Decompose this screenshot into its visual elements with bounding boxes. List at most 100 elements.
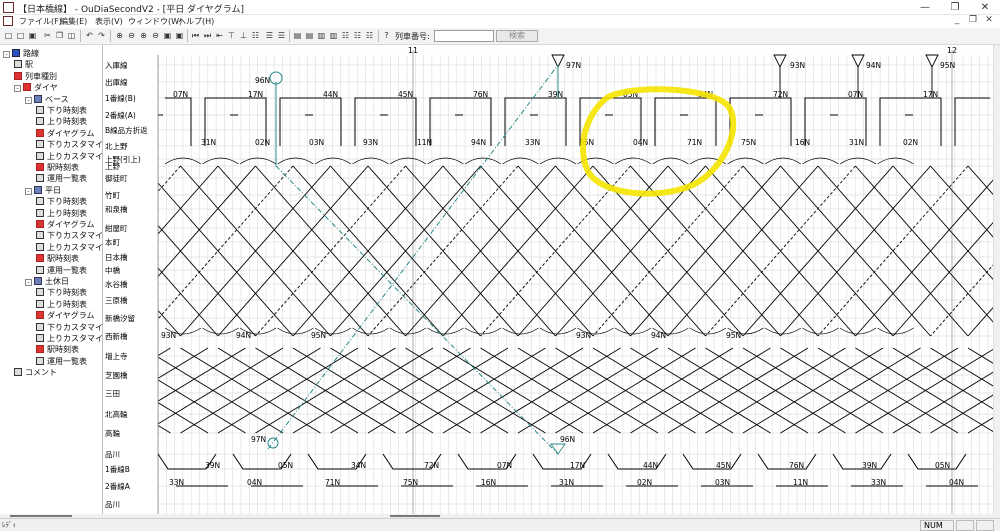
- tree-item[interactable]: 上り時刻表: [36, 116, 87, 127]
- tree-item[interactable]: 列車種別: [14, 71, 57, 82]
- menu-view[interactable]: 表示(V): [95, 16, 123, 27]
- train-number-label: 71N: [687, 138, 702, 147]
- train-number-label: 07N: [497, 461, 512, 470]
- tree-item[interactable]: - 平日: [25, 185, 61, 196]
- open-folder-icon[interactable]: □: [15, 30, 26, 41]
- document-icon[interactable]: [3, 16, 13, 26]
- menu-file[interactable]: ファイル(F): [19, 16, 62, 27]
- line-style-icon[interactable]: ▤: [304, 30, 315, 41]
- close-icon[interactable]: ✕: [970, 0, 1000, 15]
- tree-scroll-thumb[interactable]: [10, 515, 72, 517]
- tree-item[interactable]: 上りカスタマイズ: [36, 151, 102, 162]
- tree-item[interactable]: 下りカスタマイズ: [36, 139, 102, 150]
- search-button[interactable]: 検索: [496, 30, 538, 42]
- tree-item[interactable]: 駅時刻表: [36, 253, 79, 264]
- grid2-icon[interactable]: ☰: [276, 30, 287, 41]
- collapse-icon[interactable]: -: [25, 187, 32, 195]
- tree-item[interactable]: 下り時刻表: [36, 287, 87, 298]
- tree-item[interactable]: 駅時刻表: [36, 344, 79, 355]
- tree-item[interactable]: ダイヤグラム: [36, 128, 95, 139]
- menu-window[interactable]: ウィンドウ(W): [128, 16, 182, 27]
- train-type-icon[interactable]: ▤: [292, 30, 303, 41]
- save-icon[interactable]: ▣: [27, 30, 38, 41]
- comment-icon: [14, 368, 22, 377]
- down-train-icon[interactable]: ▥: [316, 30, 327, 41]
- tree-item-label: 駅: [25, 60, 33, 70]
- tree-item[interactable]: コメント: [14, 367, 57, 378]
- minimize-icon[interactable]: —: [910, 0, 940, 15]
- tree-item-label: 運用一覧表: [47, 174, 87, 184]
- train-number-label: 04N: [633, 138, 648, 147]
- tree-item[interactable]: 上り時刻表: [36, 208, 87, 219]
- tree-item[interactable]: 下りカスタマイズ: [36, 230, 102, 241]
- fit2-icon[interactable]: ▣: [174, 30, 185, 41]
- collapse-icon[interactable]: -: [25, 279, 32, 286]
- paste-icon[interactable]: ◫: [66, 30, 77, 41]
- operation-view-icon[interactable]: ☷: [364, 30, 375, 41]
- vertical-scrollbar[interactable]: [993, 45, 1000, 514]
- help-icon[interactable]: ?: [381, 30, 392, 41]
- timetable-icon: [36, 288, 44, 297]
- grid-icon[interactable]: ☰: [264, 30, 275, 41]
- tree-item-label: 土休日: [45, 277, 69, 286]
- mdi-minimize-icon[interactable]: _: [950, 15, 964, 25]
- tree-item[interactable]: 運用一覧表: [36, 356, 87, 367]
- restore-icon[interactable]: ❐: [940, 0, 970, 15]
- tree-item-label: 上り時刻表: [47, 299, 87, 309]
- menu-edit[interactable]: 編集(E): [60, 16, 87, 27]
- station-label: 入庫線: [105, 60, 128, 70]
- tree-item[interactable]: 運用一覧表: [36, 173, 87, 184]
- first-icon[interactable]: ⏮: [190, 30, 201, 41]
- redo-icon[interactable]: ↷: [96, 30, 107, 41]
- diagram-canvas[interactable]: 1112入庫線出庫線1番線(B)2番線(A)B線品方折返北上野上野(引上)上野御…: [0, 45, 1000, 514]
- tree-item[interactable]: 運用一覧表: [36, 265, 87, 276]
- collapse-icon[interactable]: -: [14, 85, 21, 93]
- menu-help[interactable]: ヘルプ(H): [178, 16, 214, 27]
- diagram-panel[interactable]: 1112入庫線出庫線1番線(B)2番線(A)B線品方折返北上野上野(引上)上野御…: [0, 45, 1000, 514]
- tree-item[interactable]: 下りカスタマイズ: [36, 322, 102, 333]
- tree-item[interactable]: - ベース: [25, 94, 69, 105]
- collapse-icon[interactable]: -: [25, 96, 32, 104]
- align-top-icon[interactable]: ⊤: [226, 30, 237, 41]
- align-bottom-icon[interactable]: ⊥: [238, 30, 249, 41]
- fit-icon[interactable]: ▣: [162, 30, 173, 41]
- mdi-restore-icon[interactable]: ❐: [966, 15, 980, 25]
- collapse-icon[interactable]: -: [3, 51, 10, 58]
- tree-item[interactable]: ダイヤグラム: [36, 310, 95, 321]
- tree-item[interactable]: - ダイヤ: [14, 82, 58, 93]
- tree-item[interactable]: - 土休日: [25, 276, 69, 287]
- station-label: 品川: [105, 450, 120, 459]
- mdi-close-icon[interactable]: ✕: [982, 15, 996, 25]
- tree-item[interactable]: - 路線: [3, 48, 39, 59]
- copy-icon[interactable]: ❐: [54, 30, 65, 41]
- zoom-v-out-icon[interactable]: ⊖: [150, 30, 161, 41]
- tree-item[interactable]: 下り時刻表: [36, 105, 87, 116]
- diagram-scroll-thumb[interactable]: [390, 515, 440, 517]
- stop-mark-icon[interactable]: ☷: [340, 30, 351, 41]
- new-file-icon[interactable]: □: [3, 30, 14, 41]
- up-train-icon[interactable]: ▥: [328, 30, 339, 41]
- zoom-v-in-icon[interactable]: ⊕: [138, 30, 149, 41]
- zoom-out-icon[interactable]: ⊖: [126, 30, 137, 41]
- zoom-in-icon[interactable]: ⊕: [114, 30, 125, 41]
- tree-item[interactable]: ダイヤグラム: [36, 219, 95, 230]
- train-number-input[interactable]: [434, 30, 494, 42]
- diagram-icon: [36, 128, 44, 137]
- tree-item[interactable]: 駅: [14, 59, 33, 70]
- cut-icon[interactable]: ✂: [42, 30, 53, 41]
- undo-icon[interactable]: ↶: [84, 30, 95, 41]
- align-mid-icon[interactable]: ☷: [250, 30, 261, 41]
- train-number-label: 76N: [789, 461, 804, 470]
- last-icon[interactable]: ⏭: [202, 30, 213, 41]
- train-number-label: 96N: [255, 76, 270, 85]
- scroll-left-icon[interactable]: ⇤: [214, 30, 225, 41]
- tree-item[interactable]: 下り時刻表: [36, 196, 87, 207]
- tree-item-label: 上りカスタマイズ: [47, 334, 103, 343]
- train-number-label: 45N: [716, 461, 731, 470]
- menu-bar: ファイル(F) 編集(E) 表示(V) ウィンドウ(W) ヘルプ(H) _ ❐ …: [0, 15, 1000, 28]
- tree-item[interactable]: 駅時刻表: [36, 162, 79, 173]
- tree-item[interactable]: 上りカスタマイズ: [36, 242, 102, 253]
- tree-item[interactable]: 上りカスタマイズ: [36, 333, 103, 344]
- number-icon[interactable]: ☷: [352, 30, 363, 41]
- tree-item[interactable]: 上り時刻表: [36, 299, 87, 310]
